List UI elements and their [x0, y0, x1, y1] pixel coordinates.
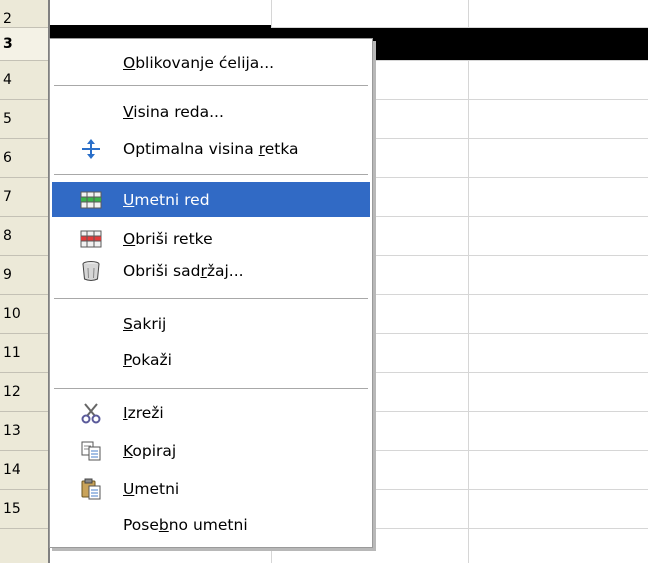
row-number: 4	[3, 72, 12, 88]
trash-can-icon	[82, 261, 100, 281]
label-text: isina reda...	[133, 102, 224, 121]
column-divider	[468, 0, 469, 563]
accelerator-key: O	[123, 53, 136, 72]
label-text: briši retke	[135, 229, 213, 248]
menu-item-label: Sakrij	[123, 315, 166, 333]
menu-separator	[54, 85, 368, 86]
menu-item-paste-special[interactable]: Posebno umetni	[52, 507, 370, 542]
menu-item-label: Optimalna visina retka	[123, 140, 299, 158]
row-number: 5	[3, 111, 12, 127]
menu-item-label: Obriši sadržaj...	[123, 262, 244, 280]
accelerator-key: O	[123, 229, 136, 248]
row-header[interactable]: 10	[0, 295, 48, 334]
label-text: no umetni	[168, 515, 248, 534]
menu-item-label: Visina reda...	[123, 103, 224, 121]
copy-icon	[81, 441, 101, 461]
menu-item-label: Umetni red	[123, 191, 210, 209]
row-header[interactable]: 7	[0, 178, 48, 217]
row-header-column: 2 3 4 5 6 7 8 9 10 11 12 13 14 15	[0, 0, 50, 563]
menu-item-label: Oblikovanje ćelija...	[123, 54, 274, 72]
delete-rows-icon	[80, 230, 102, 248]
row-number: 15	[3, 501, 21, 517]
menu-separator	[54, 388, 368, 389]
row-number: 12	[3, 384, 21, 400]
accelerator-key: U	[123, 479, 135, 498]
label-text: zreži	[127, 403, 164, 422]
accelerator-key: K	[123, 441, 133, 460]
menu-separator	[54, 298, 368, 299]
menu-item-delete-rows[interactable]: Obriši retke	[52, 221, 370, 256]
row-number: 2	[3, 11, 12, 27]
menu-item-paste[interactable]: Umetni	[52, 471, 370, 506]
menu-item-optimal-row-height[interactable]: Optimalna visina retka	[52, 131, 370, 166]
paste-icon	[81, 478, 101, 500]
row-number: 10	[3, 306, 21, 322]
menu-item-copy[interactable]: Kopiraj	[52, 433, 370, 468]
label-text: metni	[134, 479, 180, 498]
menu-item-cut[interactable]: Izreži	[52, 395, 370, 430]
menu-item-show[interactable]: Pokaži	[52, 342, 370, 377]
label-text: opiraj	[132, 441, 177, 460]
row-number: 6	[3, 150, 12, 166]
row-header[interactable]: 5	[0, 100, 48, 139]
accelerator-key: U	[123, 190, 135, 209]
row-number: 3	[3, 36, 13, 52]
label-text: blikovanje ćelija...	[135, 53, 275, 72]
menu-item-label: Obriši retke	[123, 230, 213, 248]
label-text: Optimalna visina	[123, 139, 259, 158]
menu-item-label: Izreži	[123, 404, 164, 422]
row-header[interactable]: 8	[0, 217, 48, 256]
label-text: akrij	[132, 314, 167, 333]
row-header-selected[interactable]: 3	[0, 28, 48, 61]
row-header[interactable]: 15	[0, 490, 48, 529]
menu-item-label: Kopiraj	[123, 442, 176, 460]
row-number: 9	[3, 267, 12, 283]
row-header[interactable]: 14	[0, 451, 48, 490]
label-text: etka	[264, 139, 299, 158]
insert-row-icon	[80, 191, 102, 209]
row-header[interactable]: 13	[0, 412, 48, 451]
label-text: okaži	[131, 350, 172, 369]
row-header[interactable]: 11	[0, 334, 48, 373]
menu-item-delete-contents[interactable]: Obriši sadržaj...	[52, 253, 370, 288]
row-number: 7	[3, 189, 12, 205]
menu-separator	[54, 174, 368, 175]
row-context-menu: Oblikovanje ćelija... Visina reda... Opt…	[49, 38, 373, 548]
row-header[interactable]: 4	[0, 61, 48, 100]
row-number: 11	[3, 345, 21, 361]
row-header[interactable]: 2	[0, 0, 48, 28]
label-text: Pose	[123, 515, 159, 534]
label-text: Obriši sad	[123, 261, 201, 280]
active-cell-border	[50, 25, 271, 28]
label-text: metni red	[134, 190, 210, 209]
menu-item-insert-row[interactable]: Umetni red	[52, 182, 370, 217]
accelerator-key: b	[158, 515, 169, 534]
row-header[interactable]: 6	[0, 139, 48, 178]
accelerator-key: S	[123, 314, 133, 333]
label-text: žaj...	[206, 261, 244, 280]
row-header[interactable]: 12	[0, 373, 48, 412]
resize-vertical-icon	[82, 139, 100, 159]
row-number: 8	[3, 228, 12, 244]
scissors-icon	[81, 403, 101, 424]
menu-item-format-cells[interactable]: Oblikovanje ćelija...	[52, 45, 370, 80]
row-header[interactable]: 9	[0, 256, 48, 295]
menu-item-hide[interactable]: Sakrij	[52, 306, 370, 341]
row-number: 14	[3, 462, 21, 478]
menu-item-label: Posebno umetni	[123, 516, 248, 534]
row-number: 13	[3, 423, 21, 439]
menu-item-label: Umetni	[123, 480, 179, 498]
accelerator-key: P	[123, 350, 132, 369]
accelerator-key: V	[123, 102, 134, 121]
menu-item-row-height[interactable]: Visina reda...	[52, 94, 370, 129]
row-header[interactable]	[0, 529, 48, 563]
menu-item-label: Pokaži	[123, 351, 172, 369]
